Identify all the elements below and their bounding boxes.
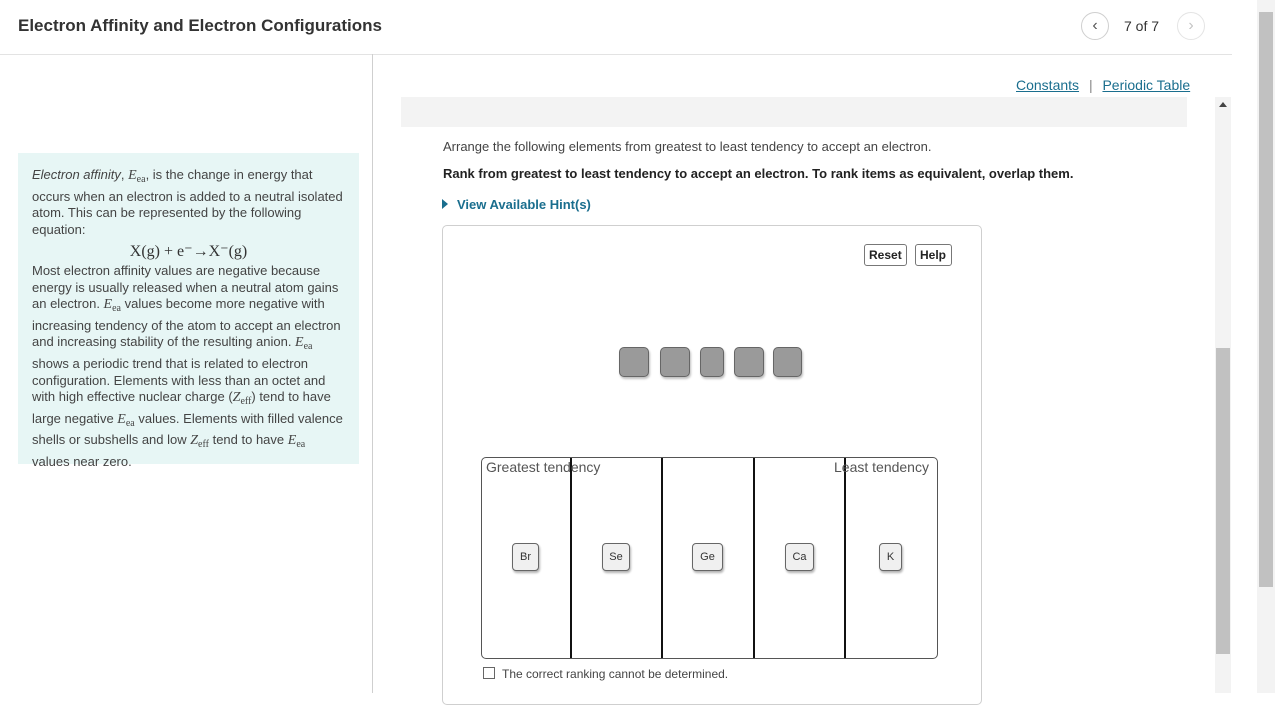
element-chip-ge[interactable]: Ge (692, 543, 723, 571)
column-divider (844, 458, 846, 658)
help-button[interactable]: Help (915, 244, 952, 266)
eea-symbol: Eea (295, 335, 313, 353)
next-part-button[interactable]: › (1177, 12, 1205, 40)
question-instruction: Rank from greatest to least tendency to … (443, 166, 1074, 181)
element-chip-br[interactable]: Br (512, 543, 539, 571)
column-divider (661, 458, 663, 658)
view-hints-toggle[interactable]: View Available Hint(s) (442, 197, 591, 212)
eea-symbol: Eea (103, 297, 121, 315)
intro-paragraph-2: Most electron affinity values are negati… (32, 262, 343, 469)
intro-equation: X(g) + e⁻→X⁻(g) (129, 243, 248, 261)
element-chip-k[interactable]: K (879, 543, 902, 571)
scroll-up-icon[interactable] (1219, 102, 1227, 107)
cannot-determine-label: The correct ranking cannot be determined… (502, 667, 729, 681)
pane-divider (372, 54, 373, 693)
element-chip-ca[interactable]: Ca (785, 543, 814, 571)
header-bar: Electron Affinity and Electron Configura… (0, 0, 1232, 55)
part-header-bar (401, 97, 1187, 127)
resource-links: Constants | Periodic Table (1016, 77, 1190, 93)
eea-symbol: Eea (287, 433, 306, 451)
page-title: Electron Affinity and Electron Configura… (18, 16, 382, 35)
eea-symbol: Eea (128, 168, 146, 185)
empty-slot (734, 347, 764, 377)
page-scroll-thumb[interactable] (1259, 12, 1273, 587)
empty-slot (660, 347, 690, 377)
reset-button[interactable]: Reset (864, 244, 907, 266)
caret-right-icon (442, 199, 448, 209)
empty-slot (773, 347, 802, 377)
zeff-symbol: Zeff (232, 390, 252, 408)
cannot-determine-checkbox[interactable] (483, 667, 495, 679)
least-tendency-label: Least tendency (834, 459, 929, 475)
column-divider (570, 458, 572, 658)
intro-term: Electron affinity (32, 167, 121, 182)
question-prompt: Arrange the following elements from grea… (443, 139, 932, 154)
eea-symbol: Eea (117, 411, 135, 429)
intro-paragraph-1: Electron affinity, Eea, is the change in… (32, 167, 343, 237)
empty-slot (700, 347, 724, 377)
chevron-right-icon: › (1188, 17, 1194, 34)
panel-scroll-thumb[interactable] (1216, 348, 1230, 654)
constants-link[interactable]: Constants (1016, 77, 1079, 93)
previous-part-button[interactable]: ‹ (1081, 12, 1109, 40)
intro-panel: Electron affinity, Eea, is the change in… (18, 153, 359, 469)
column-divider (753, 458, 755, 658)
element-chip-se[interactable]: Se (602, 543, 630, 571)
part-counter: 7 of 7 (1124, 18, 1160, 34)
greatest-tendency-label: Greatest tendency (486, 459, 601, 475)
empty-slot (619, 347, 649, 377)
periodic-table-link[interactable]: Periodic Table (1102, 77, 1190, 93)
chevron-left-icon: ‹ (1092, 17, 1098, 34)
link-separator: | (1088, 77, 1093, 93)
zeff-symbol: Zeff (190, 433, 209, 451)
